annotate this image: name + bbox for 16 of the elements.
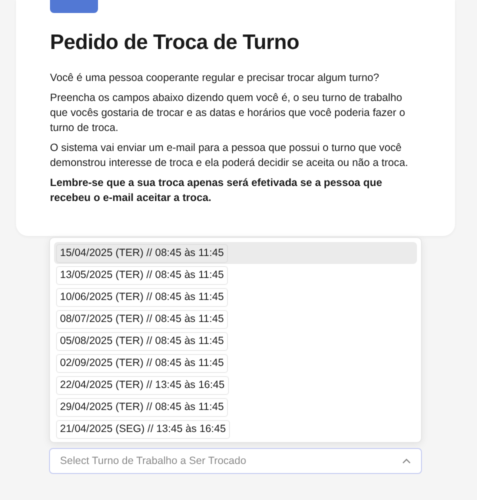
paragraph: Preencha os campos abaixo dizendo quem você é, o seu turno de trabalho que vocês gostaria de trocar e as datas e horários que você poderia fazer o turno de troca. [50, 90, 406, 136]
dropdown-option[interactable]: 10/06/2025 (TER) // 08:45 às 11:45 [56, 288, 228, 308]
dropdown-option[interactable]: 15/04/2025 (TER) // 08:45 às 11:45 [56, 244, 228, 264]
logo-icon [50, 0, 98, 13]
page-title: Pedido de Troca de Turno [50, 30, 300, 56]
paragraph: Você é uma pessoa cooperante regular e precisar trocar algum turno? [50, 71, 380, 86]
dropdown-option[interactable]: 02/09/2025 (TER) // 08:45 às 11:45 [56, 354, 228, 374]
chevron-icon [402, 458, 411, 464]
dropdown-option[interactable]: 29/04/2025 (TER) // 08:45 às 11:45 [56, 398, 228, 418]
paragraph: O sistema vai enviar um e-mail para a pessoa que possui o turno que você demonstrou interesse de troca e ela poderá decidir se aceita ou não a troca. [50, 140, 410, 172]
dropdown-option[interactable]: 08/07/2025 (TER) // 08:45 às 11:45 [56, 310, 228, 330]
dropdown-option[interactable]: 21/04/2025 (SEG) // 13:45 às 16:45 [56, 420, 230, 440]
dropdown-option[interactable]: 22/04/2025 (TER) // 13:45 às 16:45 [56, 376, 229, 396]
dropdown-option[interactable]: 13/05/2025 (TER) // 08:45 às 11:45 [56, 266, 228, 286]
warning-text: Lembre-se que a sua troca apenas será efetivada se a pessoa que recebeu o e-mail aceitar a troca. [50, 176, 384, 206]
dropdown-option[interactable]: 05/08/2025 (TER) // 08:45 às 11:45 [56, 332, 228, 352]
